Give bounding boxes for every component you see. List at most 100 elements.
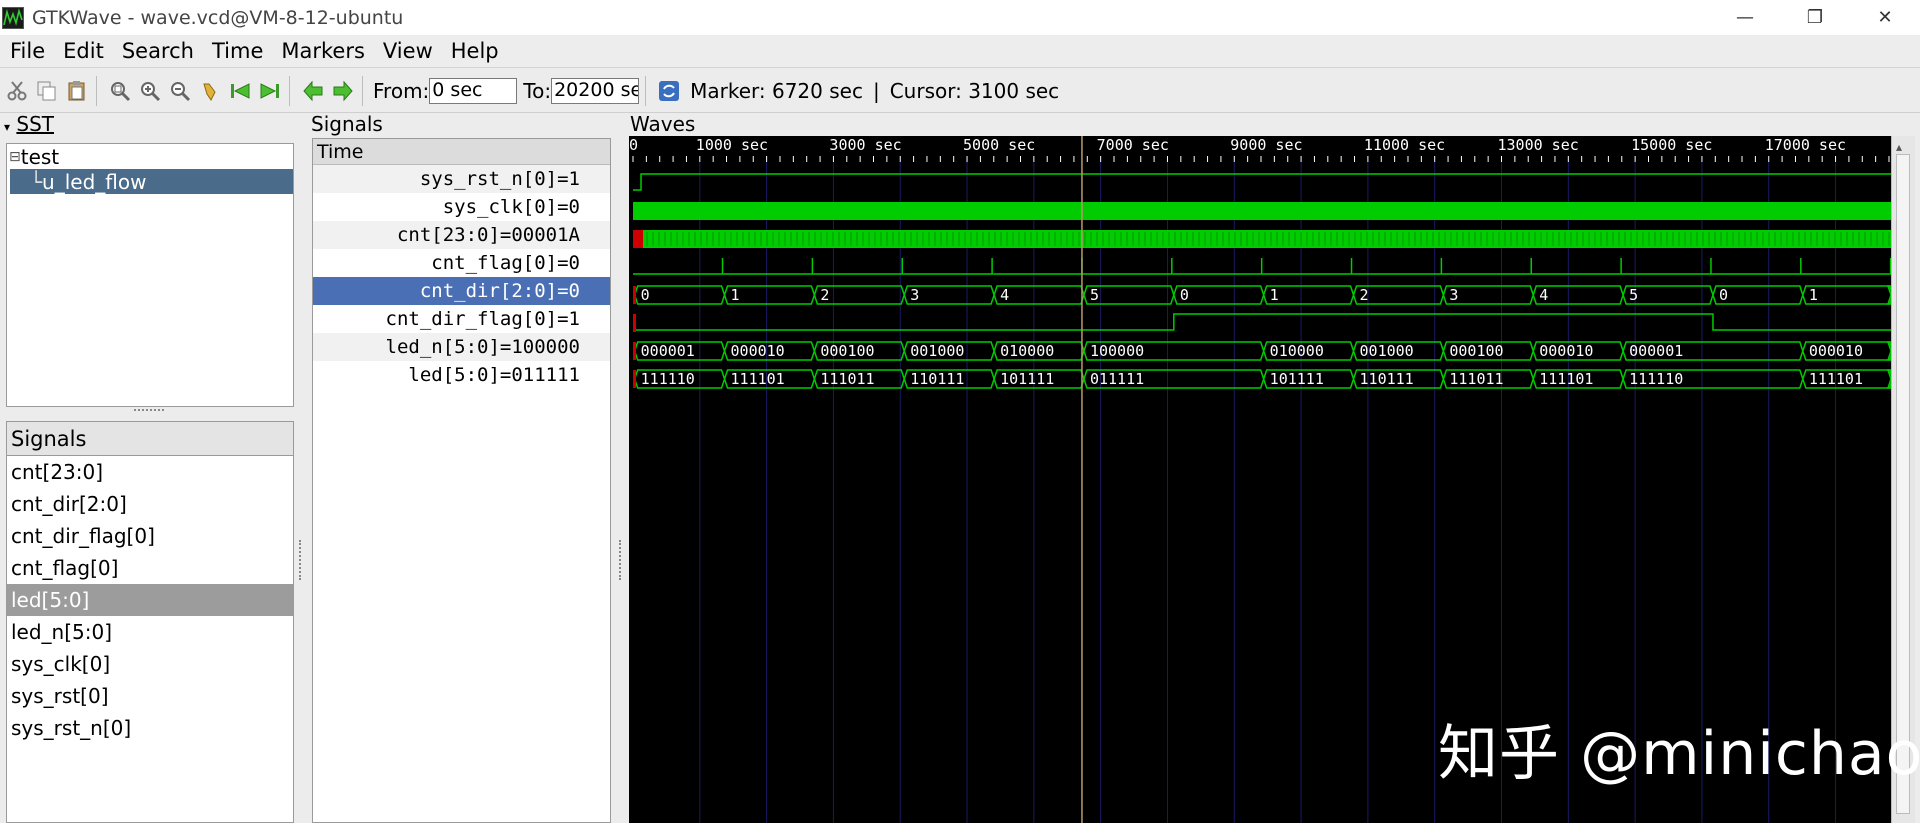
- minimize-button[interactable]: —: [1710, 0, 1780, 35]
- to-time-input[interactable]: 20200 sec: [551, 77, 640, 104]
- menu-search[interactable]: Search: [112, 39, 202, 63]
- menu-markers[interactable]: Markers: [271, 39, 373, 63]
- wave-cnt-dir-value: 4: [1000, 286, 1009, 304]
- menu-bar: File Edit Search Time Markers View Help: [0, 35, 1920, 68]
- wave-led-reset: [633, 370, 636, 388]
- wave-cnt-dir-value: 5: [1090, 286, 1099, 304]
- cursor-readout: Cursor: 3100 sec: [889, 78, 1060, 103]
- signal-row[interactable]: cnt_dir_flag[0]=1: [313, 305, 610, 333]
- signal-list-item[interactable]: cnt[23:0]: [7, 456, 293, 488]
- wave-cnt-dir-value: 0: [1719, 286, 1728, 304]
- wave-sys-clk: [633, 202, 1891, 220]
- tree-node-test[interactable]: ⊟ test: [7, 144, 293, 169]
- wave-led-value: 110111: [910, 370, 964, 388]
- pane-resize-handle[interactable]: [134, 409, 164, 415]
- menu-view[interactable]: View: [373, 39, 441, 63]
- signal-row[interactable]: led[5:0]=011111: [313, 361, 610, 389]
- wave-cnt-reset: [633, 230, 643, 248]
- signal-list-item[interactable]: led[5:0]: [7, 584, 293, 616]
- wave-cnt: [633, 230, 1891, 248]
- zoom-undo-icon[interactable]: [197, 78, 223, 104]
- close-icon: ✕: [1877, 7, 1893, 28]
- signals-pane: Time sys_rst_n[0]=1 sys_clk[0]=0 cnt[23:0]…: [312, 138, 611, 823]
- wave-cnt-dir-value: 0: [641, 286, 650, 304]
- collapse-arrow-icon: ▾: [4, 120, 11, 134]
- wave-led-n-value: 100000: [1090, 342, 1144, 360]
- go-start-icon[interactable]: [227, 78, 253, 104]
- ruler-tick-label: 15000 sec: [1631, 136, 1712, 154]
- tree-node-u-led-flow[interactable]: └ u_led_flow: [10, 169, 293, 194]
- menu-edit[interactable]: Edit: [53, 39, 112, 63]
- wave-led-value: 111101: [731, 370, 785, 388]
- scroll-up-icon[interactable]: ▴: [1896, 140, 1902, 154]
- next-edge-icon[interactable]: [330, 78, 356, 104]
- ruler-tick-label: 0: [629, 136, 638, 154]
- wave-led-value: 101111: [1270, 370, 1324, 388]
- wave-cnt-dir-value: 2: [820, 286, 829, 304]
- wave-led-n-value: 010000: [1000, 342, 1054, 360]
- menu-time[interactable]: Time: [202, 39, 271, 63]
- signal-row[interactable]: sys_clk[0]=0: [313, 193, 610, 221]
- signal-list-header[interactable]: Signals: [7, 422, 293, 456]
- wave-led-value: 111101: [1539, 370, 1593, 388]
- zoom-in-icon[interactable]: [137, 78, 163, 104]
- signal-row[interactable]: cnt[23:0]=00001A: [313, 221, 610, 249]
- pane-resize-handle[interactable]: [299, 540, 303, 580]
- pane-resize-handle[interactable]: [619, 540, 623, 580]
- menu-help[interactable]: Help: [441, 39, 507, 63]
- wave-cnt-dir-value: 1: [1809, 286, 1818, 304]
- ruler-tick-label: 1000 sec: [696, 136, 768, 154]
- wave-cnt-dir-reset: [633, 286, 636, 304]
- ruler-tick-label: 9000 sec: [1230, 136, 1302, 154]
- sst-signal-list: Signals cnt[23:0] cnt_dir[2:0] cnt_dir_fla…: [6, 421, 294, 823]
- copy-icon[interactable]: [34, 78, 60, 104]
- signal-list-item[interactable]: sys_clk[0]: [7, 648, 293, 680]
- ruler-tick-label: 11000 sec: [1364, 136, 1445, 154]
- signal-list-item[interactable]: sys_rst[0]: [7, 680, 293, 712]
- from-time-input[interactable]: 0 sec: [429, 77, 518, 104]
- signal-list-item[interactable]: cnt_flag[0]: [7, 552, 293, 584]
- wave-led-n-value: 000010: [1539, 342, 1593, 360]
- close-button[interactable]: ✕: [1850, 0, 1920, 35]
- ruler-tick-label: 3000 sec: [829, 136, 901, 154]
- wave-cnt-dir-value: 1: [1270, 286, 1279, 304]
- prev-edge-icon[interactable]: [300, 78, 326, 104]
- cut-icon[interactable]: [4, 78, 30, 104]
- signal-list-item[interactable]: sys_rst_n[0]: [7, 712, 293, 744]
- signal-row[interactable]: sys_rst_n[0]=1: [313, 165, 610, 193]
- maximize-button[interactable]: ❐: [1780, 0, 1850, 35]
- menu-file[interactable]: File: [0, 39, 53, 63]
- wave-led-n-value: 000010: [1809, 342, 1863, 360]
- zoom-fit-icon[interactable]: [107, 78, 133, 104]
- wave-cnt-dir-value: 5: [1629, 286, 1638, 304]
- zoom-out-icon[interactable]: [167, 78, 193, 104]
- signal-list-item[interactable]: led_n[5:0]: [7, 616, 293, 648]
- wave-led-n-reset: [633, 342, 636, 360]
- signal-row[interactable]: cnt_dir[2:0]=0: [313, 277, 610, 305]
- waves-pane-title: Waves: [630, 112, 696, 136]
- toolbar-separator: [362, 75, 363, 106]
- ruler-tick-label: 5000 sec: [963, 136, 1035, 154]
- signal-row[interactable]: led_n[5:0]=100000: [313, 333, 610, 361]
- wave-led-value: 111011: [1449, 370, 1503, 388]
- sst-title[interactable]: ▾ SST: [4, 112, 54, 136]
- wave-cnt-dir-flag-reset: [633, 314, 636, 332]
- toolbar-separator: [289, 75, 290, 106]
- tree-expander-icon[interactable]: ⊟: [9, 149, 21, 165]
- title-bar: GTKWave - wave.vcd@VM-8-12-ubuntu — ❐ ✕: [0, 0, 1920, 35]
- toolbar: From: 0 sec To: 20200 sec Marker: 6720 s…: [0, 69, 1920, 113]
- signals-pane-title: Signals: [311, 112, 383, 136]
- toolbar-separator: [645, 75, 647, 106]
- gtkwave-app-icon: [2, 6, 24, 29]
- paste-icon[interactable]: [64, 78, 90, 104]
- wave-led-n-value: 001000: [910, 342, 964, 360]
- reload-icon[interactable]: [656, 78, 682, 104]
- signal-row[interactable]: cnt_flag[0]=0: [313, 249, 610, 277]
- ruler-tick-label: 13000 sec: [1498, 136, 1579, 154]
- wave-led-value: 111110: [1629, 370, 1683, 388]
- signal-list-item[interactable]: cnt_dir_flag[0]: [7, 520, 293, 552]
- wave-led-n-value: 000100: [820, 342, 874, 360]
- wave-led-value: 111110: [641, 370, 695, 388]
- go-end-icon[interactable]: [257, 78, 283, 104]
- signal-list-item[interactable]: cnt_dir[2:0]: [7, 488, 293, 520]
